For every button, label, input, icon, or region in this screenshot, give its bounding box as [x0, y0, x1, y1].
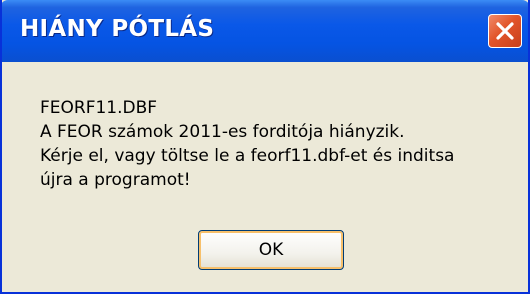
dialog-title: HIÁNY PÓTLÁS	[20, 16, 215, 42]
message-dialog: HIÁNY PÓTLÁS FEORF11.DBF A FEOR számok 2…	[0, 0, 530, 294]
message-line: FEORF11.DBF	[40, 98, 158, 118]
ok-button[interactable]: OK	[198, 230, 344, 270]
title-bar[interactable]: HIÁNY PÓTLÁS	[2, 0, 528, 62]
message-line: újra a programot!	[40, 170, 191, 190]
dialog-message: FEORF11.DBF A FEOR számok 2011-es fordit…	[40, 96, 510, 192]
close-icon	[496, 22, 514, 40]
message-line: Kérje el, vagy töltse le a feorf11.dbf-e…	[40, 146, 455, 166]
close-button[interactable]	[488, 14, 522, 48]
message-line: A FEOR számok 2011-es forditója hiányzik…	[40, 122, 405, 142]
